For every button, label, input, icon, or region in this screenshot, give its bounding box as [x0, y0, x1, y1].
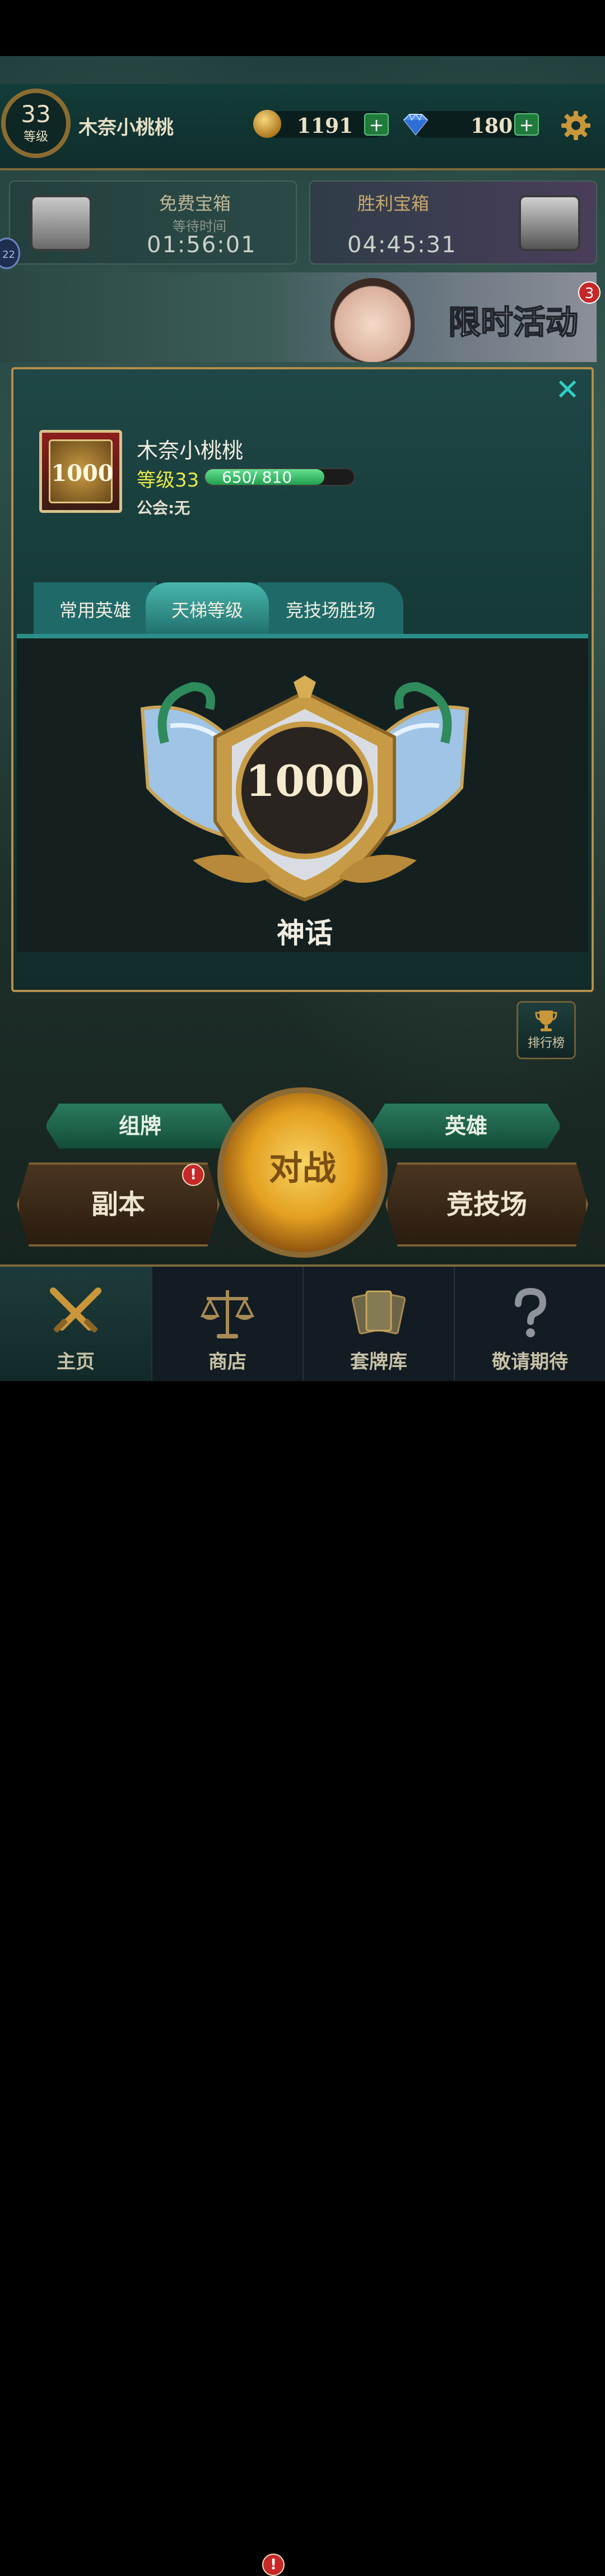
event-banner-label: 限时活动: [448, 303, 579, 342]
victory-chest-image: [519, 195, 580, 251]
profile-level: 等级33: [137, 469, 199, 492]
diamond-icon: [403, 113, 429, 136]
victory-chest-timer: 04:45:31: [347, 232, 457, 258]
coin-icon: [253, 110, 281, 138]
close-icon[interactable]: ✕: [553, 376, 581, 405]
event-notification-badge: 3: [578, 281, 601, 304]
victory-chest-panel[interactable]: 胜利宝箱 04:45:31: [309, 180, 597, 265]
coin-amount: 1191: [297, 114, 353, 138]
player-avatar[interactable]: 1000: [39, 430, 122, 513]
leaderboard-button[interactable]: 排行榜: [516, 1001, 576, 1059]
gem-amount: 180: [471, 114, 513, 138]
gear-icon[interactable]: [559, 109, 593, 142]
guild-info: 公会:无: [137, 499, 190, 517]
xp-progress-text: 650/ 810: [222, 468, 292, 486]
limited-event-banner[interactable]: 限时活动: [0, 272, 597, 362]
free-chest-panel[interactable]: 免费宝箱 等待时间 01:56:01: [9, 180, 297, 265]
tab-common-heroes[interactable]: 常用英雄: [34, 582, 157, 638]
player-level-label: 等级: [23, 130, 48, 144]
nav-coming-soon[interactable]: 敬请期待: [454, 1267, 605, 1381]
victory-chest-title: 胜利宝箱: [357, 193, 430, 214]
nav-home-label: 主页: [57, 1351, 95, 1373]
profile-player-name: 木奈小桃桃: [137, 438, 244, 463]
avatar-rating-medal: 1000: [49, 439, 114, 503]
bottom-navigation: 主页 商店 ! 套牌库 敬请期待: [0, 1264, 605, 2576]
free-chest-image: [30, 195, 92, 251]
top-bar: 33 等级 木奈小桃桃 1191 + 180 +: [0, 84, 605, 170]
player-level-number: 33: [21, 100, 51, 128]
deck-builder-button[interactable]: 组牌: [45, 1102, 235, 1150]
player-name[interactable]: 木奈小桃桃: [78, 112, 174, 140]
player-level-badge[interactable]: 33 等级: [1, 89, 71, 158]
nav-coming-soon-label: 敬请期待: [492, 1351, 568, 1373]
nav-shop-label: 商店: [208, 1351, 246, 1373]
event-character-image: [331, 278, 415, 362]
ladder-rank-score: 1000: [245, 756, 364, 806]
status-bar: [0, 0, 605, 56]
avatar-rating: 1000: [51, 460, 114, 487]
tab-arena-wins[interactable]: 竞技场胜场: [258, 582, 403, 638]
crossed-swords-icon: [50, 1287, 101, 1333]
shop-alert-badge: !: [262, 2554, 285, 2576]
add-gems-button[interactable]: +: [514, 113, 539, 136]
tab-ladder-rank[interactable]: 天梯等级: [146, 582, 269, 638]
nav-deck-library-label: 套牌库: [350, 1351, 407, 1373]
leaderboard-label: 排行榜: [527, 1036, 565, 1050]
nav-deck-library[interactable]: 套牌库: [302, 1267, 454, 1381]
nav-home[interactable]: 主页: [0, 1267, 151, 1381]
arena-button[interactable]: 竞技场: [385, 1162, 588, 1247]
add-coins-button[interactable]: +: [364, 113, 389, 136]
cards-icon: [351, 1290, 406, 1335]
heroes-button[interactable]: 英雄: [371, 1102, 561, 1150]
profile-modal: ✕ 1000 木奈小桃桃 等级33 650/ 810 公会:无 常用英雄 竞技场…: [11, 367, 594, 992]
trophy-icon: [535, 1011, 557, 1031]
tab-underline: [17, 634, 588, 638]
battle-button-label: 对战: [269, 1149, 336, 1188]
xp-progress-bar: 650/ 810: [204, 468, 355, 486]
scales-icon: [200, 1290, 255, 1338]
free-chest-title: 免费宝箱: [159, 193, 231, 214]
dungeon-alert-badge: !: [182, 1164, 204, 1186]
free-chest-timer: 01:56:01: [147, 232, 257, 258]
ladder-rank-title: 神话: [277, 917, 333, 949]
question-mark-icon: [515, 1287, 547, 1337]
battle-button[interactable]: 对战: [217, 1087, 388, 1258]
nav-shop[interactable]: 商店: [151, 1267, 302, 1381]
